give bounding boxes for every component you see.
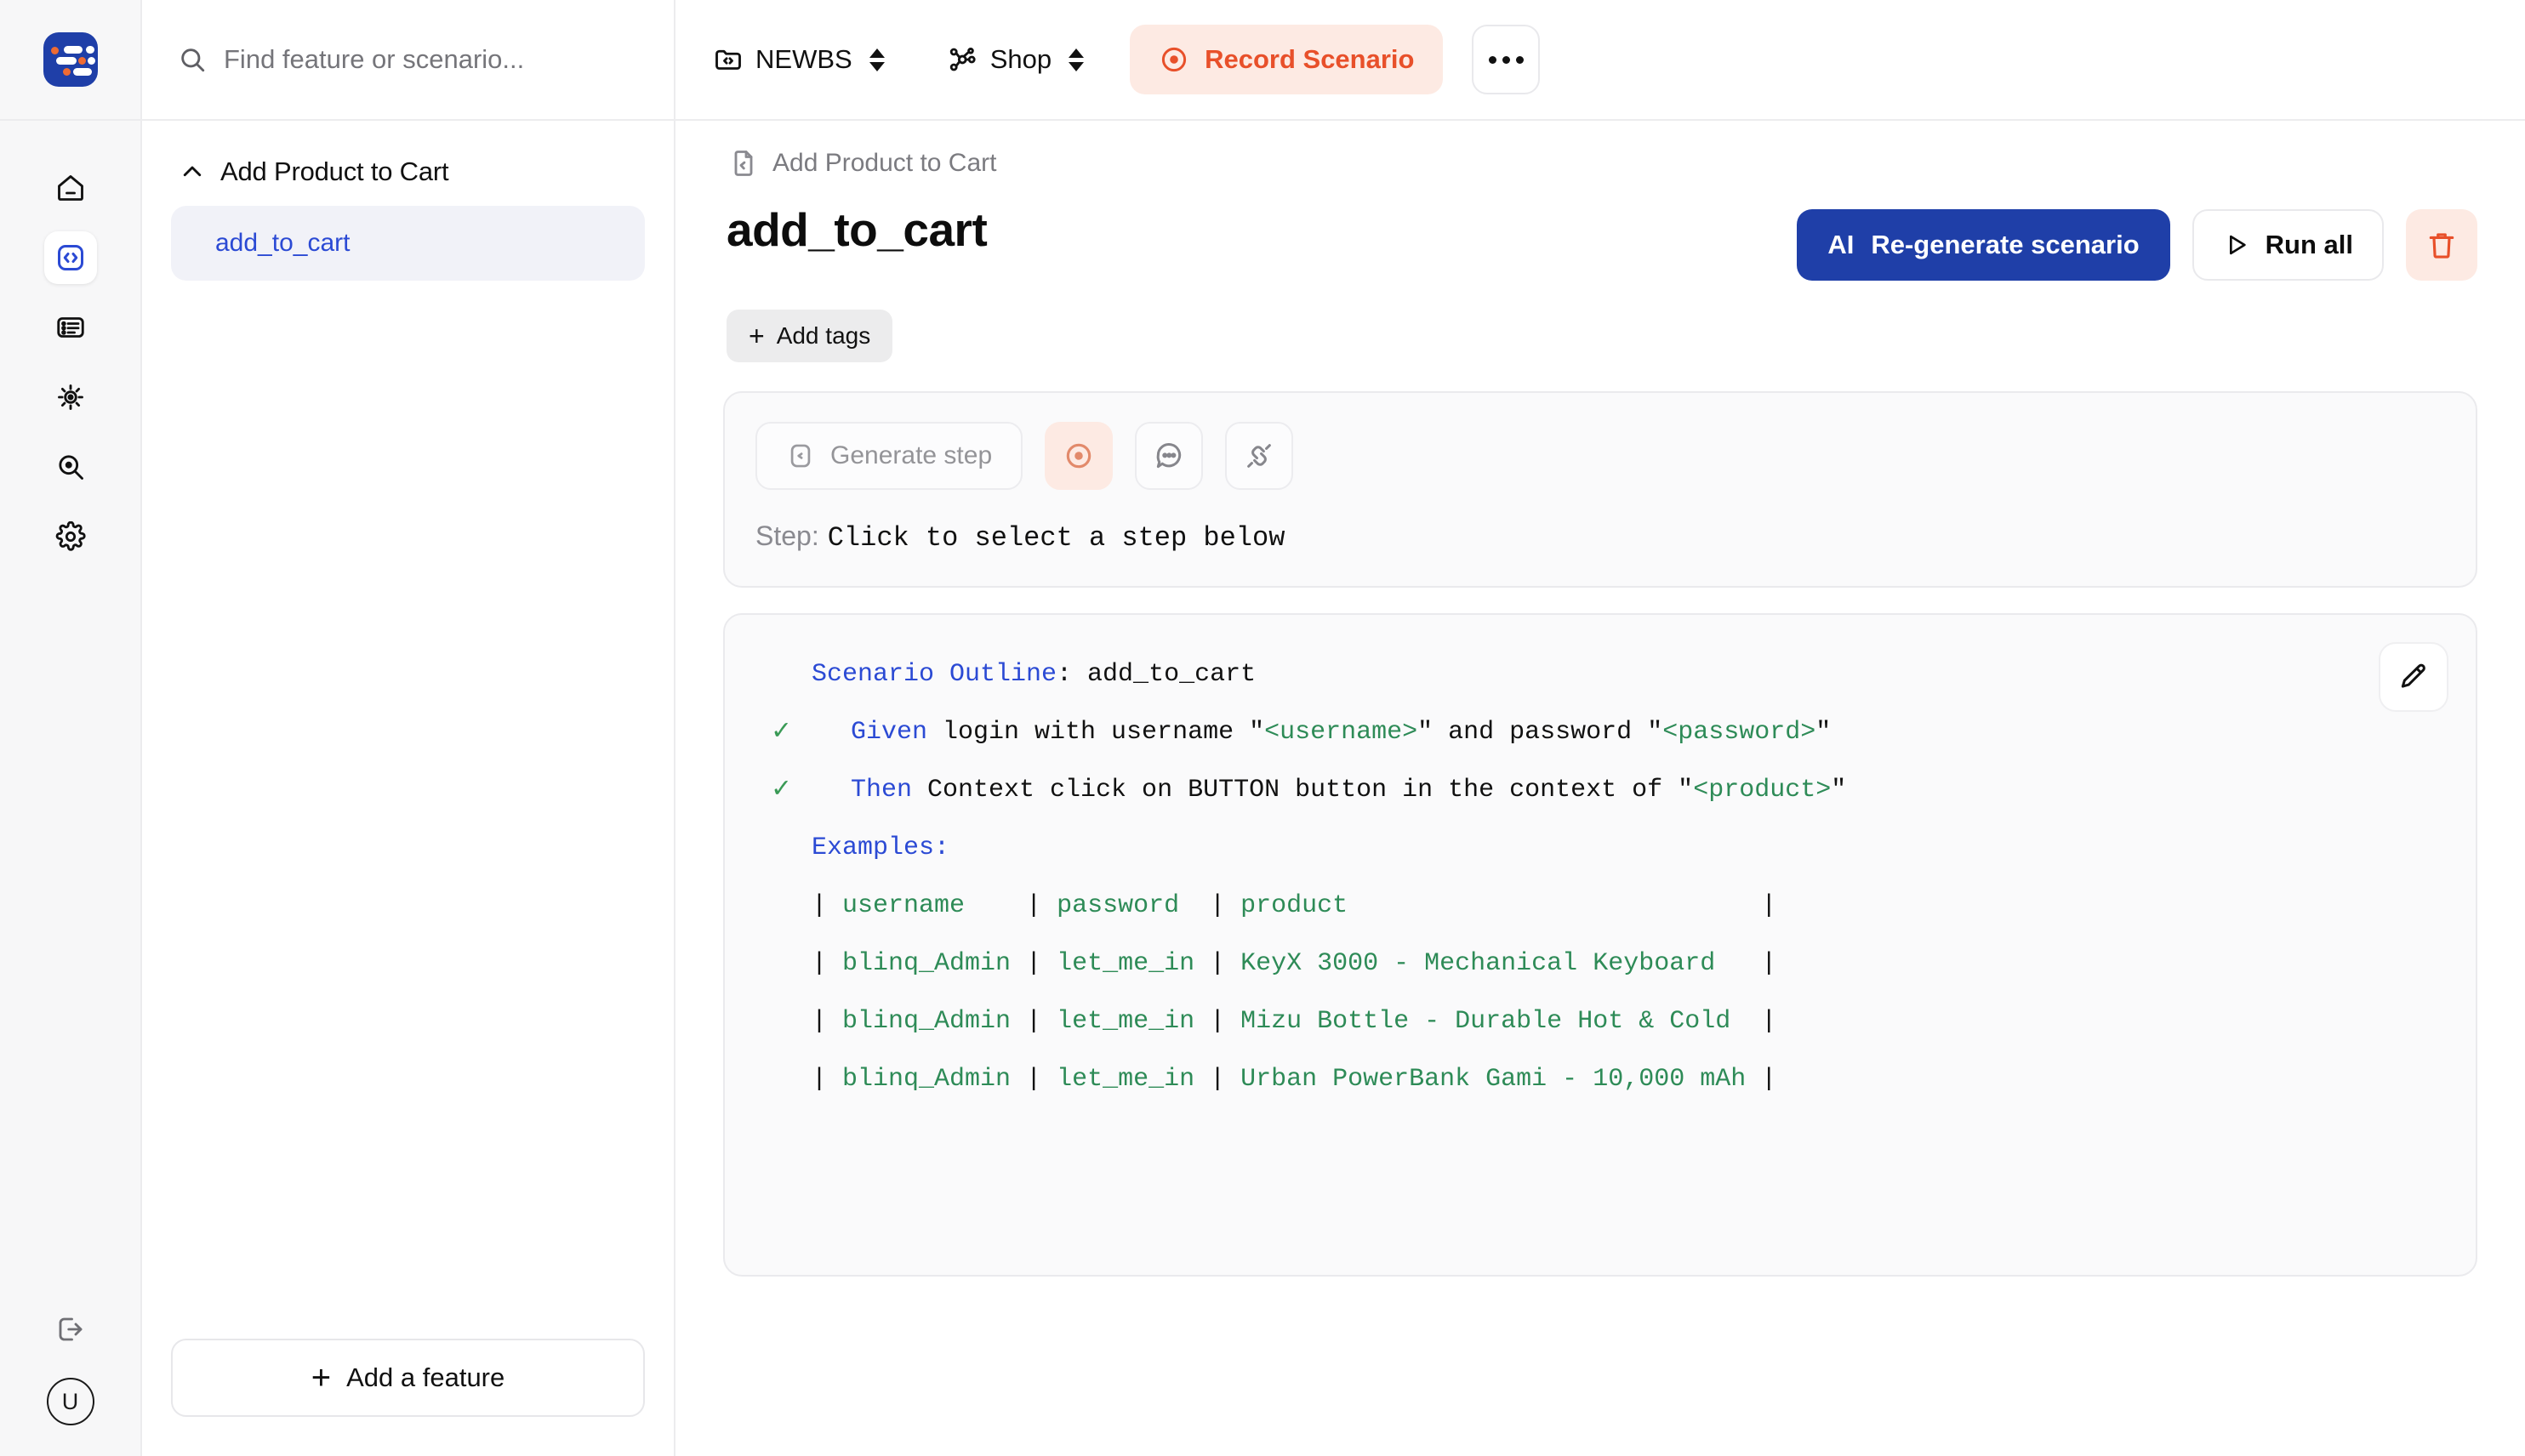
trash-icon (2429, 233, 2454, 259)
add-tags-button[interactable]: + Add tags (727, 310, 893, 362)
feature-group-header[interactable]: Add Product to Cart (171, 153, 645, 187)
pencil-icon (2401, 663, 2425, 688)
generate-step-label: Generate step (830, 441, 993, 469)
sidebar-item-explore[interactable] (44, 441, 97, 493)
title-actions: AI Re-generate scenario Run all (1797, 202, 2477, 281)
environment-selector[interactable]: Shop (936, 36, 1096, 83)
top-toolbar: NEWBS Shop Record Scenario (675, 0, 2525, 121)
app-root: U Add Product to Cart add_to_cart (0, 0, 2525, 1456)
code-line-examples: Examples: (812, 833, 950, 862)
breadcrumb[interactable]: Add Product to Cart (723, 148, 2477, 179)
add-feature-button[interactable]: + Add a feature (171, 1339, 645, 1417)
file-code-icon (734, 151, 753, 176)
ai-badge: AI (1827, 230, 1855, 259)
breadcrumb-label: Add Product to Cart (772, 149, 997, 177)
scenario-gherkin-code[interactable]: Scenario Outline: add_to_cart ✓ Given logi… (725, 646, 2476, 1108)
examples-header-row: | username | password | product | (812, 891, 1793, 920)
sitemap-icon (949, 47, 976, 71)
code-line-outline: Scenario Outline: add_to_cart (812, 660, 1257, 689)
folder-code-icon (715, 49, 741, 70)
scenario-item-label: add_to_cart (215, 229, 351, 257)
chevron-updown-icon (1069, 48, 1085, 71)
feature-group-label: Add Product to Cart (220, 156, 449, 186)
sidebar-item-features[interactable] (43, 231, 97, 284)
examples-data-row[interactable]: | blinq_Admin | let_me_in | Mizu Bottle … (772, 992, 2425, 1050)
record-step-button[interactable] (1045, 422, 1114, 490)
record-scenario-button[interactable]: Record Scenario (1130, 25, 1444, 94)
chevron-updown-icon (869, 48, 885, 71)
comment-step-button[interactable] (1135, 422, 1204, 490)
sidebar-item-scenario[interactable]: add_to_cart (171, 206, 645, 281)
content-area: Add Product to Cart add_to_cart AI Re-ge… (675, 121, 2525, 1456)
left-icon-rail: U (0, 0, 142, 1456)
feature-panel: Add Product to Cart add_to_cart + Add a … (142, 0, 675, 1456)
sidebar-item-home[interactable] (44, 162, 97, 214)
generate-step-button[interactable]: Generate step (755, 422, 1023, 490)
more-options-button[interactable] (1472, 25, 1541, 94)
ellipsis-icon (1488, 55, 1496, 64)
connector-step-button[interactable] (1225, 422, 1294, 490)
plug-icon (1247, 444, 1271, 468)
feature-list: Add Product to Cart add_to_cart (142, 121, 674, 1339)
examples-data-row[interactable]: | blinq_Admin | let_me_in | Urban PowerB… (772, 1050, 2425, 1108)
page-title: add_to_cart (727, 203, 988, 256)
rail-bottom: U (0, 1303, 140, 1425)
search-bar[interactable] (142, 0, 675, 121)
plus-icon: + (749, 321, 765, 351)
step-key: Step: (755, 520, 819, 551)
title-row: add_to_cart AI Re-generate scenario Run … (723, 202, 2477, 281)
record-circle-icon (1066, 443, 1092, 469)
record-circle-icon (1161, 47, 1187, 72)
add-feature-label: Add a feature (346, 1362, 505, 1392)
project-label: NEWBS (755, 44, 852, 74)
run-all-label: Run all (2265, 230, 2353, 259)
regenerate-scenario-button[interactable]: AI Re-generate scenario (1797, 209, 2170, 281)
environment-label: Shop (989, 44, 1052, 74)
ellipsis-icon (1502, 55, 1510, 64)
plus-icon: + (311, 1359, 332, 1396)
chevron-up-icon (183, 166, 202, 177)
record-scenario-label: Record Scenario (1205, 44, 1415, 74)
search-icon (181, 48, 205, 72)
add-tags-label: Add tags (776, 322, 871, 349)
corner-accent (0, 1439, 22, 1456)
play-icon (2229, 235, 2246, 255)
logo-area (0, 0, 140, 121)
examples-data-row[interactable]: | blinq_Admin | let_me_in | KeyX 3000 - … (772, 935, 2425, 992)
logout-button[interactable] (44, 1303, 97, 1356)
step-toolbar: Generate step (755, 422, 2445, 490)
step-value: Click to select a step below (827, 522, 1285, 554)
avatar[interactable]: U (46, 1378, 94, 1425)
sidebar-item-settings[interactable] (44, 510, 97, 563)
file-code-icon (790, 444, 811, 468)
ellipsis-icon (1515, 55, 1524, 64)
code-line-step[interactable]: ✓ Given login with username " <username> " … (772, 703, 2425, 761)
scenario-code-card: Scenario Outline: add_to_cart ✓ Given logi… (723, 613, 2477, 1277)
edit-scenario-button[interactable] (2379, 642, 2448, 712)
add-feature-area: + Add a feature (142, 1339, 674, 1456)
sidebar-item-automation[interactable] (44, 371, 97, 424)
run-all-button[interactable]: Run all (2192, 209, 2384, 281)
delete-scenario-button[interactable] (2406, 209, 2477, 281)
project-selector[interactable]: NEWBS (701, 36, 897, 83)
selected-step-line: Step: Click to select a step below (755, 520, 2445, 554)
avatar-initial: U (61, 1388, 79, 1414)
comment-dots-icon (1156, 443, 1182, 469)
blinq-logo-icon[interactable] (43, 32, 98, 87)
sidebar-item-runs[interactable] (44, 301, 97, 354)
tags-row: + Add tags (723, 310, 2477, 362)
code-line-step[interactable]: ✓ Then Context click on BUTTON button in … (772, 761, 2425, 819)
logout-icon (59, 1317, 82, 1341)
main-area: NEWBS Shop Record Scenario Add Product t… (675, 0, 2525, 1456)
rail-nav (43, 162, 97, 563)
step-composer-card: Generate step Step: Click to select a st… (723, 391, 2477, 588)
search-input[interactable] (224, 44, 598, 75)
regenerate-scenario-label: Re-generate scenario (1871, 230, 2140, 259)
